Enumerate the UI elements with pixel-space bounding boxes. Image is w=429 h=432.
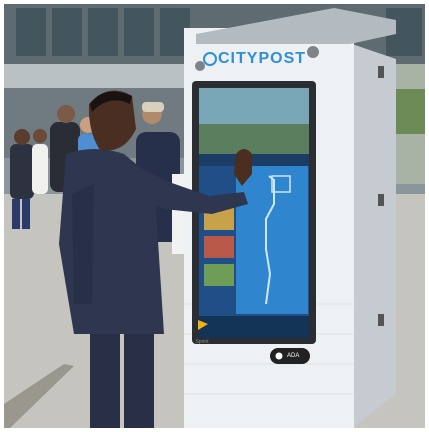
kiosk-hinge-bottom <box>378 314 384 326</box>
kiosk-hinge-top <box>378 66 384 78</box>
photo: CITYPOST Sprint ADA <box>4 4 425 428</box>
accessibility-icon <box>275 352 283 360</box>
screen-footer <box>199 316 309 338</box>
screen-menu-bar <box>199 154 309 166</box>
canopy <box>4 64 204 88</box>
kiosk-hinge-middle <box>378 194 384 206</box>
screen-tile-2[interactable] <box>204 236 234 258</box>
kiosk-side <box>352 44 396 428</box>
kiosk-brand-text: CITYPOST <box>218 50 307 67</box>
screen-header-trees <box>199 124 309 154</box>
partner-logo-text: Sprint <box>195 339 209 345</box>
screen-tile-3[interactable] <box>204 264 234 286</box>
accessibility-badge-text: ADA <box>287 353 300 359</box>
scene <box>4 4 425 428</box>
citypost-logo-icon <box>203 52 217 66</box>
